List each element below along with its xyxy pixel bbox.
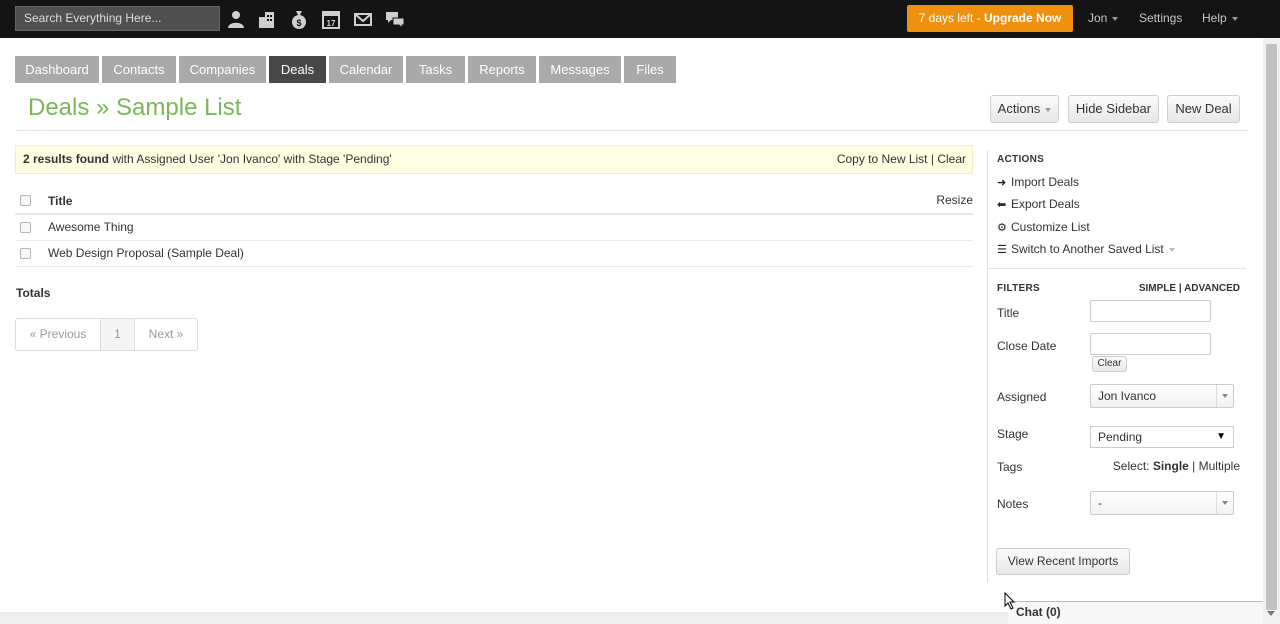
next-page-button[interactable]: Next » — [135, 319, 197, 350]
chevron-down-icon: ▼ — [1216, 431, 1226, 442]
help-menu[interactable]: Help — [1202, 11, 1238, 25]
chevron-down-icon — [1168, 247, 1175, 252]
mouse-cursor-icon — [1004, 592, 1016, 610]
tab-tasks[interactable]: Tasks — [406, 56, 465, 83]
column-header-title[interactable]: Title — [48, 194, 72, 208]
contacts-icon[interactable] — [226, 9, 246, 29]
pagination: « Previous 1 Next » — [15, 318, 198, 351]
filter-label-assigned: Assigned — [997, 390, 1047, 404]
separator: | — [927, 152, 938, 166]
vertical-scrollbar[interactable] — [1263, 38, 1280, 624]
notes-select[interactable]: - — [1090, 491, 1234, 515]
previous-page-button[interactable]: « Previous — [16, 319, 101, 350]
filter-mode-toggle: SIMPLE | ADVANCED — [1138, 283, 1240, 294]
top-bar: Search Everything Here... $ 17 7 days le… — [0, 0, 1280, 38]
page-number-button[interactable]: 1 — [101, 319, 135, 350]
hide-sidebar-button[interactable]: Hide Sidebar — [1068, 95, 1159, 123]
table-header: Title Resize — [15, 188, 973, 215]
import-deals-link[interactable]: ➜ Import Deals — [997, 175, 1079, 189]
row-checkbox[interactable] — [20, 248, 31, 259]
chevron-down-icon — [1112, 16, 1119, 21]
chat-widget[interactable]: Chat (0) — [1008, 601, 1263, 624]
upgrade-now-button[interactable]: 7 days left - Upgrade Now — [907, 5, 1073, 32]
list-icon: ☰ — [997, 244, 1007, 256]
clear-results-link[interactable]: Clear — [937, 152, 966, 166]
customize-list-link[interactable]: ⚙ Customize List — [997, 220, 1090, 234]
tab-dashboard[interactable]: Dashboard — [15, 56, 99, 83]
page: { "topbar": { "search_placeholder": "Sea… — [0, 0, 1280, 624]
arrow-left-icon: ⬅ — [997, 199, 1007, 211]
table-row[interactable]: Awesome Thing — [15, 215, 973, 241]
filter-label-notes: Notes — [997, 497, 1029, 511]
chat-icon[interactable] — [385, 9, 405, 29]
actions-button[interactable]: Actions — [990, 95, 1059, 123]
filter-label-close-date: Close Date — [997, 339, 1057, 353]
arrow-right-icon: ➜ — [997, 177, 1007, 189]
export-deals-link[interactable]: ⬅ Export Deals — [997, 197, 1080, 211]
scrollbar-thumb[interactable] — [1266, 44, 1277, 610]
results-criteria: with Assigned User 'Jon Ivanco' with Sta… — [109, 152, 392, 166]
deal-title-link[interactable]: Awesome Thing — [48, 220, 134, 234]
filter-label-tags: Tags — [997, 460, 1023, 474]
chevron-down-icon — [1216, 492, 1233, 514]
chevron-down-icon — [1231, 16, 1238, 21]
title-filter-input[interactable] — [1090, 300, 1211, 322]
calendar-icon[interactable]: 17 — [321, 9, 341, 29]
gear-icon: ⚙ — [997, 222, 1007, 234]
copy-to-new-list-link[interactable]: Copy to New List — [837, 152, 928, 166]
filters-heading: FILTERS — [997, 283, 1041, 294]
deal-title-link[interactable]: Web Design Proposal (Sample Deal) — [48, 246, 244, 260]
search-input[interactable]: Search Everything Here... — [15, 6, 220, 31]
deals-icon[interactable]: $ — [289, 9, 309, 29]
svg-text:17: 17 — [327, 19, 336, 28]
tags-multiple-link[interactable]: Multiple — [1199, 459, 1240, 473]
tab-contacts[interactable]: Contacts — [102, 56, 176, 83]
results-summary: 2 results found with Assigned User 'Jon … — [15, 145, 973, 174]
chevron-down-icon — [1216, 385, 1233, 407]
user-menu[interactable]: Jon — [1088, 11, 1119, 25]
svg-text:$: $ — [296, 18, 301, 28]
switch-saved-list-link[interactable]: ☰ Switch to Another Saved List — [997, 242, 1175, 256]
filter-label-stage: Stage — [997, 427, 1029, 441]
new-deal-button[interactable]: New Deal — [1167, 95, 1240, 123]
clear-date-button[interactable]: Clear — [1092, 356, 1127, 372]
results-count: 2 results found — [23, 152, 110, 166]
tab-files[interactable]: Files — [624, 56, 676, 83]
totals-heading: Totals — [16, 286, 51, 300]
scroll-down-arrow-icon[interactable] — [1267, 611, 1275, 616]
row-checkbox[interactable] — [20, 222, 31, 233]
actions-heading: ACTIONS — [997, 154, 1045, 165]
settings-link[interactable]: Settings — [1139, 11, 1182, 25]
table-row[interactable]: Web Design Proposal (Sample Deal) — [15, 241, 973, 267]
chevron-down-icon — [1045, 107, 1052, 112]
assigned-select[interactable]: Jon Ivanco — [1090, 384, 1234, 408]
close-date-filter-input[interactable] — [1090, 333, 1211, 355]
divider — [15, 130, 1248, 131]
stage-select[interactable]: Pending ▼ — [1090, 426, 1234, 448]
view-recent-imports-button[interactable]: View Recent Imports — [996, 548, 1130, 575]
messages-icon[interactable] — [353, 9, 373, 29]
resize-link[interactable]: Resize — [936, 193, 973, 207]
tab-calendar[interactable]: Calendar — [329, 56, 403, 83]
tab-reports[interactable]: Reports — [468, 56, 536, 83]
tab-companies[interactable]: Companies — [179, 56, 266, 83]
tab-deals[interactable]: Deals — [269, 56, 326, 83]
select-all-checkbox[interactable] — [20, 195, 31, 206]
tags-single-link[interactable]: Single — [1153, 459, 1189, 473]
filter-label-title: Title — [997, 306, 1020, 320]
tags-select-mode: Select: Single | Multiple — [1112, 459, 1240, 473]
tab-messages[interactable]: Messages — [539, 56, 621, 83]
companies-icon[interactable] — [257, 9, 277, 29]
simple-filter-link[interactable]: SIMPLE — [1139, 283, 1176, 294]
sidebar-divider — [987, 150, 988, 582]
advanced-filter-link[interactable]: ADVANCED — [1184, 283, 1240, 294]
sidebar-separator — [987, 268, 1246, 269]
page-title: Deals » Sample List — [28, 94, 242, 121]
